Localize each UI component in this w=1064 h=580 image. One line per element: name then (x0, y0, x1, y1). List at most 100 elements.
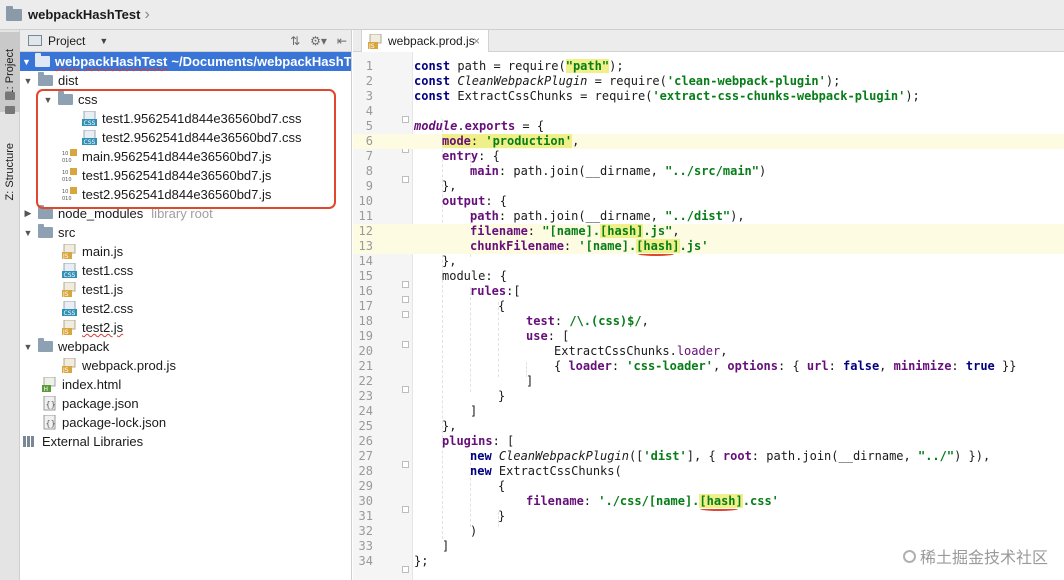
code-line: 1 const path = require("path"); (365, 59, 624, 73)
tree-file-js[interactable]: JS webpack.prod.js (20, 356, 351, 375)
code-line: 16 rules:[ (358, 284, 521, 298)
project-view-selector[interactable]: Project (48, 34, 85, 48)
code-line: 3 const ExtractCssChunks = require('extra… (365, 89, 920, 103)
folder-icon (34, 53, 50, 67)
code-line: 27 new CleanWebpackPlugin(['dist'], { roo… (358, 449, 991, 463)
tree-root[interactable]: ▼ webpackHashTest ~/Documents/webpackHas… (20, 52, 351, 71)
expand-arrow-icon[interactable]: ▼ (22, 228, 34, 238)
pin-icon (5, 92, 15, 100)
js-file-icon: JS (62, 244, 77, 259)
tree-file-css[interactable]: CSS test1.css (20, 261, 351, 280)
tree-folder-src[interactable]: ▼ src (20, 223, 351, 242)
code-line: 22] (358, 374, 534, 388)
chevron-right-icon: › (144, 5, 150, 23)
tool-tab-structure[interactable]: Z: Structure (0, 122, 20, 222)
code-area[interactable]: 1 const path = require("path"); 2 const Cl… (353, 52, 1064, 580)
code-line: 15 module: { (358, 269, 508, 283)
watermark-logo-icon (902, 549, 916, 563)
structure-icon (5, 106, 15, 114)
tree-file-js[interactable]: JS main.js (20, 242, 351, 261)
editor-tab-bar: JS webpack.prod.js × (353, 30, 1064, 52)
hash-underline-annotation (638, 252, 674, 256)
library-icon (22, 434, 37, 449)
code-line: 13 chunkFilename: '[name].[hash].js' (353, 239, 1064, 254)
code-line: 29{ (358, 479, 506, 493)
code-line: 32) (358, 524, 478, 538)
svg-text:JS: JS (368, 43, 375, 49)
dist-highlight-annotation (36, 89, 336, 209)
expand-arrow-icon[interactable]: ▼ (22, 57, 31, 67)
json-file-icon: {} (42, 396, 57, 411)
panel-toolbar: ⇅ ⚙▾ ⇤ (290, 30, 347, 52)
code-line: 8 main: path.join(__dirname, "../src/main… (365, 164, 767, 178)
project-panel: Project ▼ ⇅ ⚙▾ ⇤ ▼ webpackHashTest ~/Doc… (20, 30, 352, 580)
tab-webpack-prod-js[interactable]: JS webpack.prod.js × (361, 30, 489, 52)
project-view-icon (28, 35, 42, 46)
code-line: 10 output: { (358, 194, 508, 208)
tree-file-css[interactable]: CSS test2.css (20, 299, 351, 318)
tool-tab-project[interactable]: 1: Project (0, 32, 20, 112)
folder-icon (38, 224, 53, 238)
js-file-icon: JS (368, 33, 383, 49)
watermark: 稀土掘金技术社区 (902, 544, 1048, 568)
code-editor: JS webpack.prod.js × 1 const path = requi… (353, 30, 1064, 580)
hash-underline-annotation (700, 507, 738, 511)
js-file-icon: JS (62, 282, 77, 297)
code-line: 23} (358, 389, 506, 403)
code-line: 9}, (365, 179, 457, 193)
js-file-icon: JS (62, 320, 77, 335)
expand-arrow-icon[interactable]: ▼ (22, 342, 34, 352)
code-line: 24] (358, 404, 478, 418)
code-line: 21{ loader: 'css-loader', options: { url… (358, 359, 1017, 373)
folder-icon (38, 205, 53, 219)
folder-icon (6, 5, 22, 21)
code-line: 6 mode: 'production', (353, 134, 1064, 149)
code-line: 4 (365, 104, 373, 118)
tree-folder-webpack[interactable]: ▼ webpack (20, 337, 351, 356)
tree-file-html[interactable]: H index.html (20, 375, 351, 394)
code-line: 25}, (358, 419, 457, 433)
tree-file-js[interactable]: JS test1.js (20, 280, 351, 299)
code-line: 17{ (358, 299, 506, 313)
close-icon[interactable]: × (473, 34, 480, 48)
code-line: 2 const CleanWebpackPlugin = require('cle… (365, 74, 841, 88)
svg-text:H: H (44, 386, 49, 392)
code-line: 5 module.exports = { (365, 119, 545, 133)
html-file-icon: H (42, 377, 57, 392)
code-line: 19 use: [ (358, 329, 570, 343)
tree-file-json[interactable]: {} package.json (20, 394, 351, 413)
expand-arrow-icon[interactable]: ▶ (22, 208, 34, 219)
svg-text:JS: JS (62, 291, 69, 297)
chevron-down-icon[interactable]: ▼ (99, 36, 108, 46)
css-file-icon: CSS (62, 263, 77, 278)
gear-icon[interactable]: ⚙▾ (310, 34, 327, 48)
code-line: 14}, (358, 254, 457, 268)
tree-file-js[interactable]: JS test2.js (20, 318, 351, 337)
code-line: 7 entry: { (365, 149, 500, 163)
folder-icon (38, 338, 53, 352)
nav-project-title[interactable]: webpackHashTest (28, 7, 140, 22)
json-file-icon: {} (42, 415, 57, 430)
code-line: 20 ExtractCssChunks.loader, (358, 344, 728, 358)
navigation-bar: webpackHashTest › (0, 0, 1064, 30)
code-line: 28 new ExtractCssChunks( (358, 464, 622, 478)
expand-arrow-icon[interactable]: ▼ (22, 76, 34, 86)
tree-file-json[interactable]: {} package-lock.json (20, 413, 351, 432)
hide-panel-icon[interactable]: ⇤ (337, 34, 347, 48)
tree-folder-dist[interactable]: ▼ dist (20, 71, 351, 90)
collapse-all-icon[interactable]: ⇅ (290, 34, 300, 48)
project-panel-header: Project ▼ ⇅ ⚙▾ ⇤ (20, 30, 351, 52)
code-line: 26 plugins: [ (358, 434, 515, 448)
css-file-icon: CSS (62, 301, 77, 316)
svg-text:{}: {} (46, 400, 56, 409)
code-line: 18 test: /\.(css)$/, (358, 314, 649, 328)
js-file-icon: JS (62, 358, 77, 373)
code-line: 11 path: path.join(__dirname, "../dist"), (358, 209, 745, 223)
tree-external-libraries[interactable]: External Libraries (20, 432, 351, 451)
svg-text:CSS: CSS (64, 272, 76, 278)
svg-text:JS: JS (62, 367, 69, 373)
svg-text:JS: JS (62, 253, 69, 259)
svg-text:CSS: CSS (64, 310, 76, 316)
code-line: 12 filename: "[name].[hash].js", (353, 224, 1064, 239)
tool-window-strip: 1: Project Z: Structure (0, 30, 20, 580)
